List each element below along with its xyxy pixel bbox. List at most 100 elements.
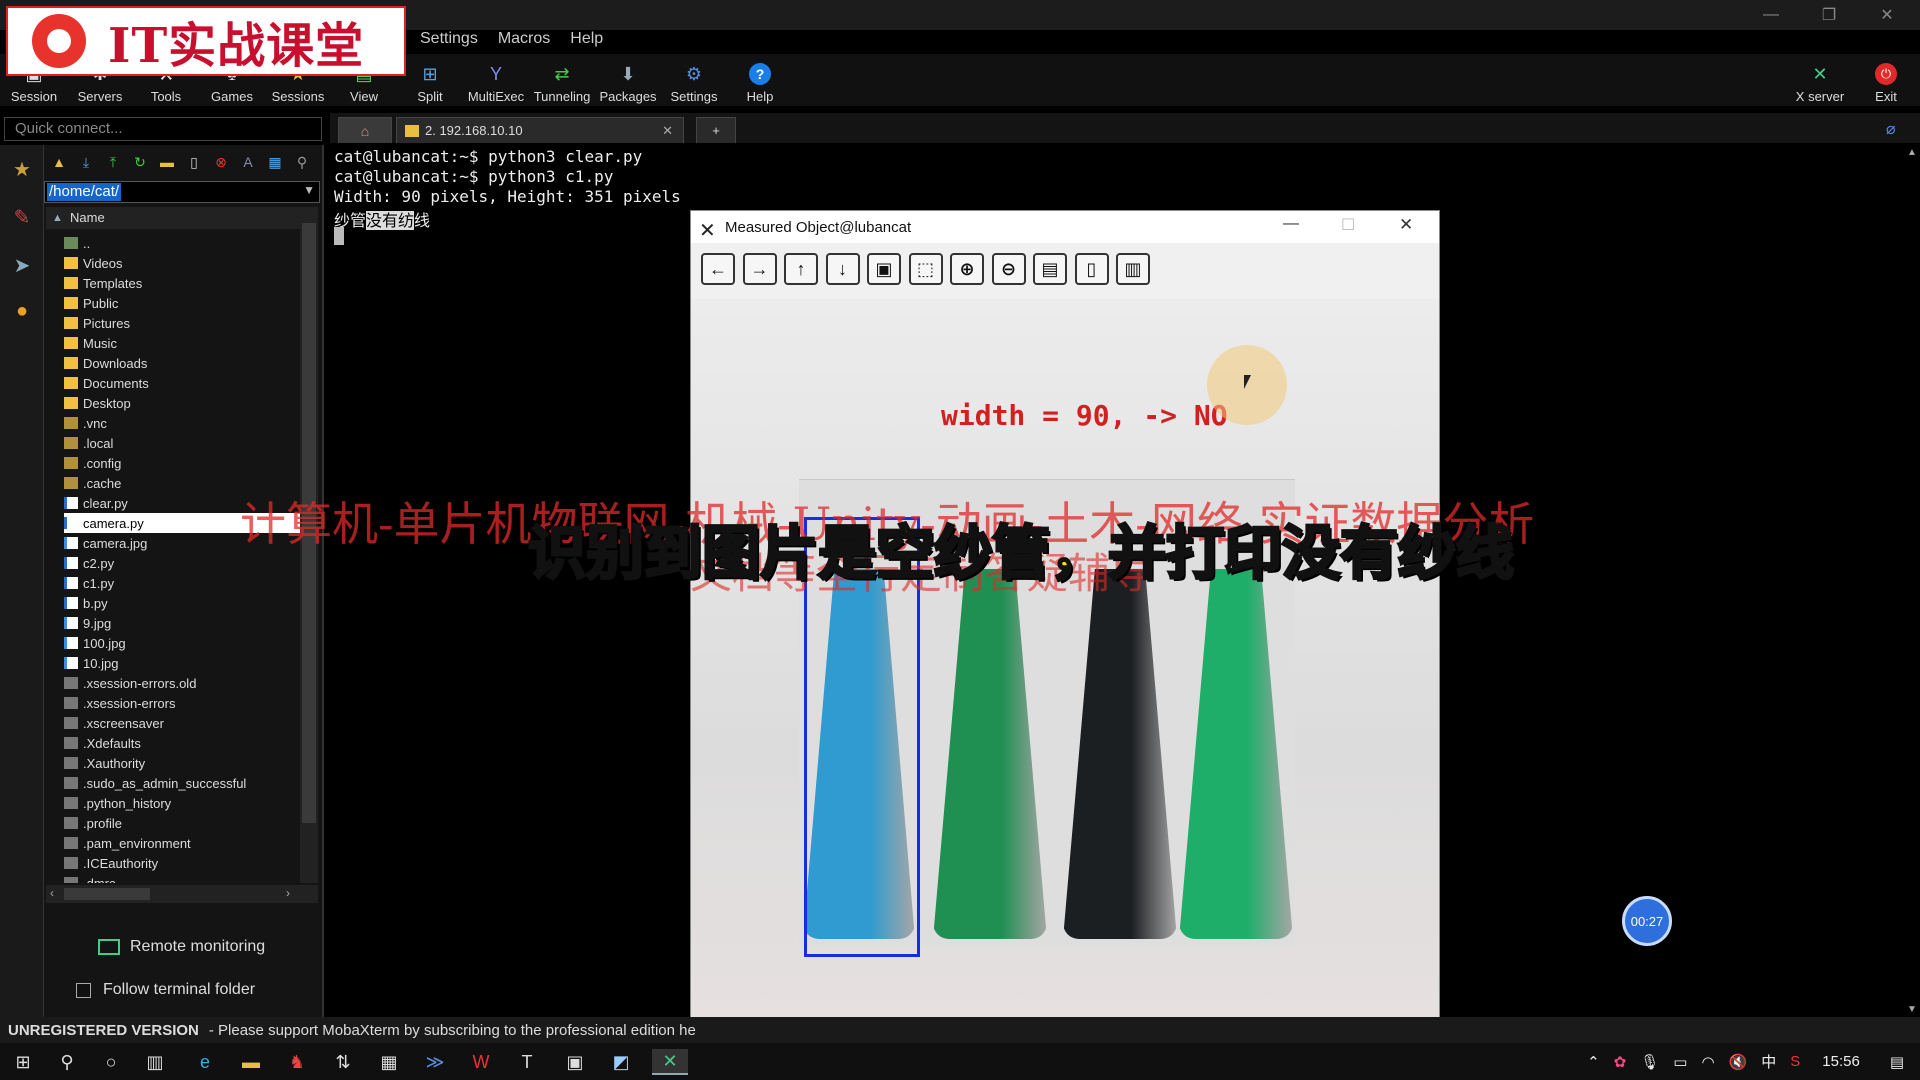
star-icon[interactable]: ★	[8, 155, 36, 183]
column-header-name[interactable]: ▲ Name	[46, 207, 300, 229]
tunneling-button[interactable]: ⇄ Tunneling	[532, 56, 592, 105]
minimize-icon[interactable]: —	[1742, 0, 1800, 30]
file-row[interactable]: .xsession-errors	[64, 693, 300, 713]
clock[interactable]: 15:56	[1822, 1053, 1860, 1070]
wps-icon[interactable]: W	[468, 1049, 494, 1075]
task-view-icon[interactable]: ▥	[142, 1049, 168, 1075]
copy-icon[interactable]: ▯	[1074, 253, 1109, 285]
file-row[interactable]: .Xdefaults	[64, 733, 300, 753]
tools-side-icon[interactable]: ✎	[8, 203, 36, 231]
menu-macros[interactable]: Macros	[498, 30, 550, 54]
arrow-left-icon[interactable]: ←	[701, 253, 735, 285]
zoom-out-icon[interactable]: ⊖	[991, 253, 1026, 285]
file-row[interactable]: 100.jpg	[64, 633, 300, 653]
zoom-region-icon[interactable]: ⬚	[908, 253, 943, 285]
file-row[interactable]: .config	[64, 453, 300, 473]
settings-button[interactable]: ⚙ Settings	[664, 56, 724, 105]
restore-icon[interactable]: ❐	[1800, 0, 1858, 30]
scroll-down-icon[interactable]: ▼	[1907, 1004, 1917, 1015]
file-row[interactable]: b.py	[64, 593, 300, 613]
packages-button[interactable]: ⬇ Packages	[598, 56, 658, 105]
new-folder-icon[interactable]: ▬	[156, 151, 178, 173]
path-input[interactable]: /home/cat/ ▼	[44, 181, 320, 203]
ime-indicator[interactable]: 中	[1761, 1051, 1776, 1072]
save-icon[interactable]: ▤	[1033, 253, 1067, 285]
rename-icon[interactable]: A	[237, 151, 259, 173]
search-icon[interactable]: ⚲	[54, 1049, 80, 1075]
fit-image-icon[interactable]: ▣	[867, 253, 901, 285]
file-row[interactable]: Documents	[64, 373, 300, 393]
file-row[interactable]: Desktop	[64, 393, 300, 413]
folder-up-icon[interactable]: ▲	[48, 151, 70, 173]
download-icon[interactable]: ⤓	[75, 151, 97, 173]
exit-button[interactable]: ⏻ Exit	[1862, 56, 1910, 104]
maximize-icon[interactable]: ☐	[1341, 215, 1355, 235]
typora-icon[interactable]: T	[514, 1049, 540, 1075]
file-row[interactable]: .ICEauthority	[64, 853, 300, 873]
scroll-up-icon[interactable]: ▲	[1907, 147, 1917, 158]
volume-muted-icon[interactable]: 🔇	[1729, 1053, 1748, 1071]
arrow-down-icon[interactable]: ↓	[825, 253, 860, 285]
multiexec-button[interactable]: Y MultiExec	[466, 56, 526, 105]
menu-settings[interactable]: Settings	[420, 30, 478, 54]
file-row[interactable]: .sudo_as_admin_successful	[64, 773, 300, 793]
scroll-right-icon[interactable]: ›	[286, 886, 290, 900]
arrow-up-icon[interactable]: ↑	[784, 253, 818, 285]
file-row[interactable]: .pam_environment	[64, 833, 300, 853]
file-row[interactable]: Pictures	[64, 313, 300, 333]
zoom-in-icon[interactable]: ⊕	[950, 253, 984, 285]
file-row[interactable]: 9.jpg	[64, 613, 300, 633]
edge-icon[interactable]: e	[192, 1049, 218, 1075]
terminal-scrollbar[interactable]: ▲ ▼	[1904, 145, 1920, 1017]
recording-timer[interactable]: 00:27	[1622, 896, 1672, 946]
status-message[interactable]: - Please support MobaXterm by subscribin…	[209, 1022, 696, 1039]
new-tab-button[interactable]: +	[696, 117, 736, 143]
file-row[interactable]: 10.jpg	[64, 653, 300, 673]
file-row[interactable]: .xscreensaver	[64, 713, 300, 733]
mobaxterm-taskbar-icon[interactable]: ✕	[652, 1049, 688, 1075]
attachment-icon[interactable]: ⌀	[1886, 119, 1896, 139]
hidden-files-icon[interactable]: ▦	[264, 151, 286, 173]
file-row[interactable]: Templates	[64, 273, 300, 293]
sftp-icon[interactable]: ●	[8, 297, 36, 325]
tray-app-icon[interactable]: ✿	[1614, 1053, 1627, 1071]
arrow-right-icon[interactable]: →	[742, 253, 777, 285]
file-row[interactable]: .python_history	[64, 793, 300, 813]
chevron-down-icon[interactable]: ▼	[303, 183, 315, 197]
microphone-icon[interactable]: 🎙	[1640, 1053, 1659, 1071]
upload-icon[interactable]: ⤒	[102, 151, 124, 173]
file-row[interactable]: c1.py	[64, 573, 300, 593]
delete-icon[interactable]: ⊗	[210, 151, 232, 173]
follow-checkbox[interactable]	[76, 982, 91, 998]
file-row[interactable]: .vnc	[64, 413, 300, 433]
refresh-icon[interactable]: ↻	[129, 151, 151, 173]
file-explorer-icon[interactable]: ▬	[238, 1049, 264, 1075]
file-row[interactable]: .xsession-errors.old	[64, 673, 300, 693]
powershell-icon[interactable]: ≫	[422, 1049, 448, 1075]
tab-close-icon[interactable]: ✕	[662, 123, 673, 139]
hscroll-thumb[interactable]	[64, 888, 150, 900]
quick-connect-input[interactable]: Quick connect...	[4, 117, 322, 141]
file-row[interactable]: .local	[64, 433, 300, 453]
properties-icon[interactable]: ▥	[1116, 253, 1150, 285]
remote-monitoring-button[interactable]: Remote monitoring	[98, 938, 265, 956]
file-row[interactable]: .Xauthority	[64, 753, 300, 773]
tray-chevron-up-icon[interactable]: ⌃	[1587, 1053, 1600, 1071]
split-button[interactable]: ⊞ Split	[404, 56, 456, 105]
close-icon[interactable]: ✕	[1858, 0, 1916, 30]
scroll-left-icon[interactable]: ‹	[50, 886, 54, 900]
home-tab[interactable]: ⌂	[338, 117, 392, 143]
file-row[interactable]: c2.py	[64, 553, 300, 573]
send-icon[interactable]: ➤	[8, 251, 36, 279]
tab-session[interactable]: 2. 192.168.10.10 ✕	[396, 117, 684, 143]
image-app-icon[interactable]: ▣	[562, 1049, 588, 1075]
image-window-titlebar[interactable]: ✕ Measured Object@lubancat — ☐ ✕	[691, 211, 1439, 243]
xserver-button[interactable]: ✕ X server	[1790, 56, 1850, 105]
file-row[interactable]: ..	[64, 233, 300, 253]
new-file-icon[interactable]: ▯	[183, 151, 205, 173]
app-icon-2[interactable]: ⇅	[330, 1049, 356, 1075]
app-icon-3[interactable]: ▦	[376, 1049, 402, 1075]
battery-icon[interactable]: ▭	[1673, 1053, 1687, 1071]
settings-wrench-icon[interactable]: ⚲	[291, 151, 313, 173]
file-row[interactable]: Music	[64, 333, 300, 353]
